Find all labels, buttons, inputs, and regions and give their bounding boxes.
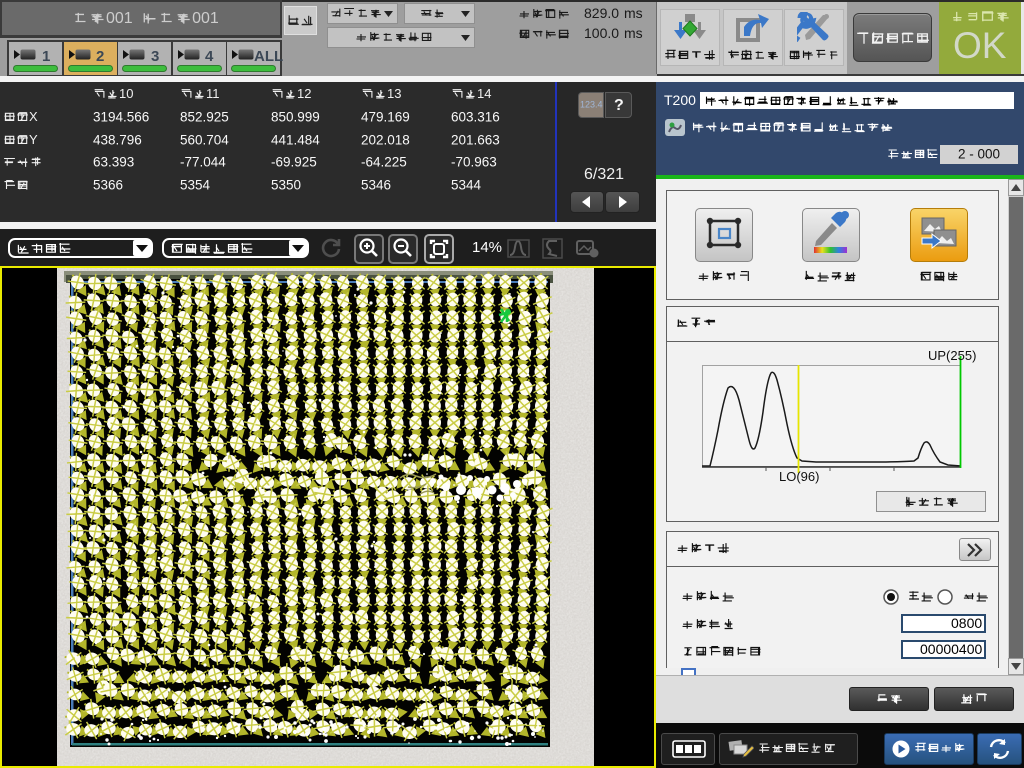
svg-text:1: 1 bbox=[42, 48, 50, 65]
svg-text:-64.225: -64.225 bbox=[361, 155, 407, 170]
svg-text:-70.963: -70.963 bbox=[451, 155, 497, 170]
svg-text:14: 14 bbox=[477, 86, 491, 101]
svg-text:5350: 5350 bbox=[271, 178, 301, 193]
svg-text:438.796: 438.796 bbox=[93, 133, 142, 148]
svg-text:3194.566: 3194.566 bbox=[93, 110, 149, 125]
svg-text:5354: 5354 bbox=[180, 178, 211, 193]
svg-text:829.0: 829.0 bbox=[584, 5, 619, 21]
svg-text:-69.925: -69.925 bbox=[271, 155, 317, 170]
svg-text:479.169: 479.169 bbox=[361, 110, 410, 125]
svg-text:6/321: 6/321 bbox=[584, 166, 624, 183]
svg-text:5344: 5344 bbox=[451, 178, 482, 193]
svg-text:2 - 000: 2 - 000 bbox=[958, 147, 1000, 162]
svg-text:201.663: 201.663 bbox=[451, 133, 500, 148]
svg-text:4: 4 bbox=[205, 48, 214, 65]
svg-text:11: 11 bbox=[206, 86, 220, 101]
svg-text:001: 001 bbox=[192, 10, 219, 27]
svg-text:?: ? bbox=[614, 97, 624, 114]
svg-text:5366: 5366 bbox=[93, 178, 123, 193]
svg-text:850.999: 850.999 bbox=[271, 110, 320, 125]
svg-text:LO(96): LO(96) bbox=[779, 469, 819, 484]
svg-text:123.4: 123.4 bbox=[580, 100, 603, 110]
svg-text:441.484: 441.484 bbox=[271, 133, 320, 148]
svg-text:UP(255): UP(255) bbox=[928, 348, 976, 363]
svg-text:202.018: 202.018 bbox=[361, 133, 410, 148]
svg-text:ALL: ALL bbox=[254, 48, 283, 65]
svg-text:852.925: 852.925 bbox=[180, 110, 229, 125]
svg-text:001: 001 bbox=[106, 10, 133, 27]
svg-text:Y: Y bbox=[29, 132, 38, 147]
svg-text:12: 12 bbox=[297, 86, 311, 101]
svg-text:560.704: 560.704 bbox=[180, 133, 229, 148]
svg-text:10: 10 bbox=[119, 86, 133, 101]
svg-text:2: 2 bbox=[96, 48, 104, 65]
svg-text:ms: ms bbox=[624, 25, 643, 41]
svg-text:X: X bbox=[29, 109, 38, 124]
svg-text:5346: 5346 bbox=[361, 178, 391, 193]
svg-text:3: 3 bbox=[151, 48, 159, 65]
svg-text:-77.044: -77.044 bbox=[180, 155, 226, 170]
svg-text:T200: T200 bbox=[664, 92, 696, 108]
svg-text:603.316: 603.316 bbox=[451, 110, 500, 125]
svg-text:100.0: 100.0 bbox=[584, 25, 619, 41]
svg-text:63.393: 63.393 bbox=[93, 155, 134, 170]
svg-text:00000400: 00000400 bbox=[920, 641, 983, 657]
svg-text:14%: 14% bbox=[472, 239, 502, 256]
svg-text:ms: ms bbox=[624, 5, 643, 21]
svg-text:0800: 0800 bbox=[951, 615, 982, 631]
svg-text:OK: OK bbox=[953, 25, 1007, 66]
svg-text:13: 13 bbox=[387, 86, 401, 101]
